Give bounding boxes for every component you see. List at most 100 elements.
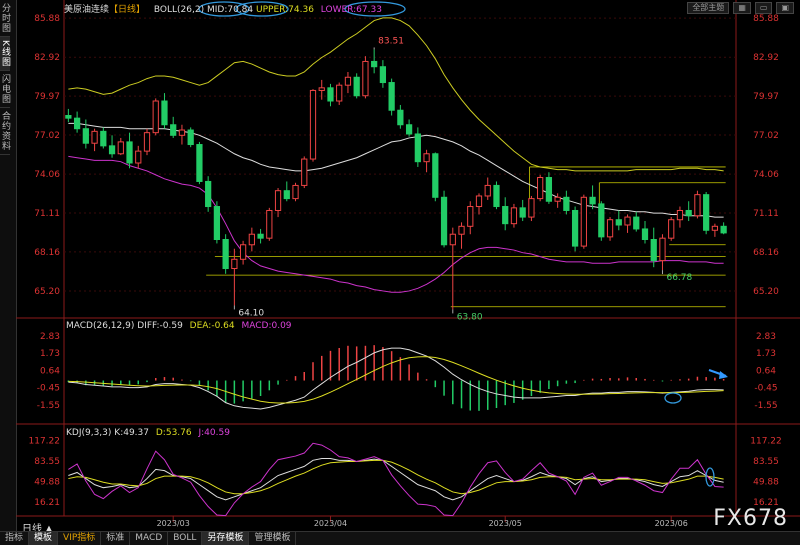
candle-body <box>178 129 186 136</box>
candle-body <box>257 233 264 239</box>
candle-body <box>414 133 421 163</box>
tab-indicator[interactable]: 指标 <box>0 532 30 545</box>
boll-mid: MID:70.84 <box>206 5 254 15</box>
candle-body <box>528 198 535 218</box>
price-tick-left: 77.02 <box>34 131 60 141</box>
tab-template[interactable]: 模板 <box>29 532 59 545</box>
macd-tick-right: 2.83 <box>756 332 776 342</box>
candle-body <box>100 130 107 147</box>
candle-body <box>301 158 308 186</box>
candle-body <box>222 239 229 270</box>
kdj-tick-left: 83.55 <box>34 457 60 467</box>
candle-body <box>248 233 255 246</box>
tab-standard[interactable]: 标准 <box>101 532 131 545</box>
candle-body <box>274 190 282 211</box>
sidebar-item-timeshare[interactable]: 分时图 <box>0 0 10 37</box>
kdj-tick-left: 117.22 <box>29 437 61 447</box>
candle-body <box>388 82 395 111</box>
candle-body <box>336 84 343 102</box>
candle-body <box>449 233 456 246</box>
panel-icon[interactable]: ▣ <box>776 2 794 14</box>
tab-save-template[interactable]: 另存模板 <box>202 532 250 545</box>
candle-body <box>231 258 238 270</box>
candle-body <box>519 207 526 218</box>
candle-body <box>170 124 177 136</box>
macd-tick-right: -0.45 <box>754 384 777 394</box>
candle-body <box>266 209 273 239</box>
theme-button[interactable]: 全部主题 <box>687 2 730 14</box>
macd-diff-line <box>68 347 724 410</box>
date-label: 2023/05 <box>489 519 522 528</box>
price-tick-right: 85.88 <box>753 14 779 24</box>
window-icon[interactable]: ▭ <box>754 2 773 14</box>
candle-body <box>502 206 509 225</box>
candle-body <box>475 195 483 208</box>
candle-body <box>283 190 290 200</box>
kdj-tick-right: 83.55 <box>753 457 779 467</box>
sidebar-item-contract[interactable]: 合约资料 <box>0 108 10 155</box>
candle-body <box>668 219 675 239</box>
price-tick-left: 79.97 <box>34 92 60 102</box>
candle-body <box>318 87 325 91</box>
price-tick-left: 71.11 <box>34 209 60 219</box>
panel-frames <box>16 0 800 517</box>
bottom-tab-bar: 指标 模板 VIP指标 标准 MACD BOLL 另存模板 管理模板 <box>0 531 800 545</box>
candle-body <box>309 89 317 160</box>
candle-body <box>554 196 561 202</box>
price-tick-left: 65.20 <box>34 287 60 297</box>
kdj-header: KDJ(9,3,3) K:49.37 D:53.76 J:40.59 <box>66 428 230 438</box>
price-tick-left: 74.06 <box>34 170 60 180</box>
symbol-name: 美原油连续 <box>64 5 110 15</box>
price-tick-left: 68.16 <box>34 248 60 258</box>
candle-body <box>545 177 553 202</box>
chart-area[interactable]: 85.88 85.88 82.92 82.92 79.97 79.97 77.02 77.02… <box>16 0 800 531</box>
candle-body <box>615 219 622 226</box>
left-sidebar: 分时图 K线图 闪电图 合约资料 <box>0 0 17 544</box>
macd-tick-left: 0.64 <box>40 366 60 376</box>
price-tick-right: 82.92 <box>753 53 779 63</box>
price-tick-left: 85.88 <box>34 14 60 24</box>
candle-body <box>135 150 142 164</box>
candle-body <box>510 207 518 225</box>
tab-manage-template[interactable]: 管理模板 <box>249 532 297 545</box>
tab-vip-indicator[interactable]: VIP指标 <box>58 532 102 545</box>
boll-lines <box>68 17 724 293</box>
candle-body <box>108 145 116 155</box>
sidebar-item-flash[interactable]: 闪电图 <box>0 71 10 108</box>
kdj-k: K:49.37 <box>114 428 149 438</box>
boll-mid-line <box>68 122 724 218</box>
kdj-panel <box>68 442 724 517</box>
candle-body <box>353 76 360 97</box>
price-tick-right: 65.20 <box>753 287 779 297</box>
macd-header: MACD(26,12,9) DIFF:-0.59 DEA:-0.64 MACD:… <box>66 321 292 331</box>
candle-body <box>711 225 719 231</box>
candle-body <box>117 141 124 155</box>
candle-body <box>405 124 413 135</box>
macd-panel <box>67 345 725 411</box>
price-tick-right: 74.06 <box>753 170 779 180</box>
macd-tick-right: -1.55 <box>754 401 777 411</box>
macd-dea-line <box>68 356 724 404</box>
price-tick-right: 68.16 <box>753 248 779 258</box>
highlight-circle <box>664 392 682 404</box>
candle-body <box>327 87 334 102</box>
grid-icon[interactable]: ▦ <box>733 2 751 14</box>
sidebar-item-kline[interactable]: K线图 <box>0 37 10 71</box>
kdj-label: KDJ(9,3,3) <box>66 428 112 438</box>
tab-macd[interactable]: MACD <box>130 532 169 545</box>
candle-body <box>432 153 439 198</box>
macd-value: MACD:0.09 <box>241 321 292 331</box>
kdj-tick-right: 49.88 <box>753 478 779 488</box>
boll-lower: LOWER:67.33 <box>320 5 382 15</box>
candle-body <box>571 209 579 247</box>
kdj-tick-left: 49.88 <box>34 478 60 488</box>
candle-body <box>82 128 89 144</box>
macd-tick-left: -1.55 <box>37 401 60 411</box>
tab-boll[interactable]: BOLL <box>168 532 203 545</box>
candle-body <box>720 225 727 234</box>
candle-body <box>143 132 151 152</box>
candle-body <box>213 206 221 240</box>
period-label: 【日线】 <box>109 5 146 15</box>
candle-body <box>537 177 544 200</box>
candle-body <box>73 117 81 130</box>
